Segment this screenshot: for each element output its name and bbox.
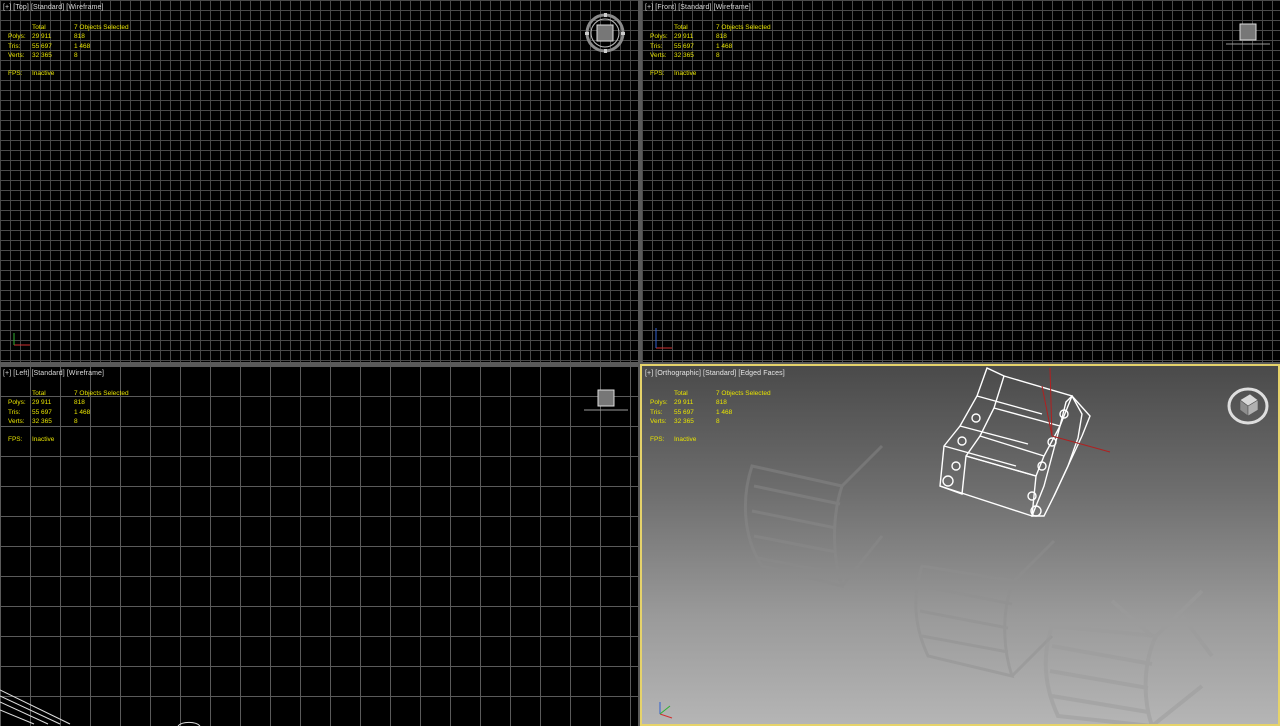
stats-selected: 818 <box>716 33 727 41</box>
fps-readout: FPS: Inactive <box>650 436 696 443</box>
fps-value: Inactive <box>32 436 55 443</box>
viewport-top[interactable]: [+] [Top] [Standard] [Wireframe] Total 7 Obj… <box>0 0 638 362</box>
stats-label: Polys: <box>8 399 26 407</box>
viewcube-icon[interactable] <box>584 386 630 414</box>
stats-label: Tris: <box>8 42 21 50</box>
staircase-model[interactable] <box>932 366 1122 526</box>
viewport-display-mode[interactable]: [Edged Faces] <box>738 370 784 377</box>
viewcube-icon[interactable] <box>1226 384 1272 428</box>
viewport-point-of-view[interactable]: [Top] <box>13 4 29 11</box>
stats-header-selected: 7 Objects Selected <box>74 390 129 397</box>
stats-selected: 818 <box>74 33 85 41</box>
axis-tripod-icon <box>659 702 673 719</box>
viewport-front[interactable]: [+] [Front] [Standard] [Wireframe] Total 7 O… <box>642 0 1280 362</box>
axis-tripod-icon <box>655 328 672 349</box>
fps-label: FPS: <box>650 436 665 443</box>
viewport-menu-plus[interactable]: [+] <box>3 4 11 11</box>
stats-selected: 8 <box>74 52 78 60</box>
viewport-point-of-view[interactable]: [Orthographic] <box>655 370 701 377</box>
stats-total: 32 365 <box>32 52 52 60</box>
stats-label: Polys: <box>8 33 26 41</box>
viewport-shading-standard[interactable]: [Standard] <box>678 4 711 11</box>
viewport-shading-standard[interactable]: [Standard] <box>31 370 64 377</box>
stats-header-selected: 7 Objects Selected <box>716 24 771 31</box>
stats-label: Verts: <box>650 418 667 426</box>
stats-header-total: Total <box>32 390 46 397</box>
viewport-display-mode[interactable]: [Wireframe] <box>67 370 104 377</box>
stats-label: Verts: <box>8 418 25 426</box>
stats-label: Tris: <box>650 42 663 50</box>
stats-selected: 8 <box>716 418 720 426</box>
axis-tripod-icon <box>13 333 30 346</box>
stats-total: 29 911 <box>674 33 694 41</box>
stats-label: Polys: <box>650 399 668 407</box>
fps-readout: FPS: Inactive <box>8 70 54 77</box>
viewport-label-orthographic[interactable]: [+] [Orthographic] [Standard] [Edged Faces] <box>645 370 787 377</box>
stats-label: Verts: <box>650 52 667 60</box>
stair-wireframe-fragment <box>0 689 201 726</box>
viewport-menu-plus[interactable]: [+] <box>645 4 653 11</box>
viewcube-icon[interactable] <box>1226 20 1272 48</box>
viewport-menu-plus[interactable]: [+] <box>3 370 11 377</box>
viewcube-icon[interactable] <box>584 12 628 56</box>
stats-header-total: Total <box>674 390 688 397</box>
stats-selected: 1 468 <box>716 42 733 50</box>
stats-label: Tris: <box>650 408 663 416</box>
stats-header-total: Total <box>674 24 688 31</box>
fps-label: FPS: <box>650 70 665 77</box>
stats-label: Polys: <box>650 33 668 41</box>
stats-selected: 818 <box>74 399 85 407</box>
stats-total: 55 697 <box>32 408 52 416</box>
stats-selected: 818 <box>716 399 727 407</box>
viewport-point-of-view[interactable]: [Left] <box>13 370 29 377</box>
viewport-menu-plus[interactable]: [+] <box>645 370 653 377</box>
stats-selected: 8 <box>74 418 78 426</box>
viewport-shading-standard[interactable]: [Standard] <box>31 4 64 11</box>
stats-overlay: Total 7 Objects Selected Polys: 29 911 818 … <box>650 23 780 61</box>
stats-total: 55 697 <box>674 408 694 416</box>
stats-total: 29 911 <box>674 399 694 407</box>
viewport-display-mode[interactable]: [Wireframe] <box>714 4 751 11</box>
fps-value: Inactive <box>32 70 55 77</box>
stats-overlay: Total 7 Objects Selected Polys: 29 911 818 … <box>8 389 138 427</box>
stats-header-total: Total <box>32 24 46 31</box>
stats-label: Verts: <box>8 52 25 60</box>
fps-value: Inactive <box>674 70 697 77</box>
stats-total: 55 697 <box>674 42 694 50</box>
fps-label: FPS: <box>8 436 23 443</box>
stats-total: 29 911 <box>32 33 52 41</box>
stats-label: Tris: <box>8 408 21 416</box>
fps-value: Inactive <box>674 436 697 443</box>
viewport-label-top[interactable]: [+] [Top] [Standard] [Wireframe] <box>3 4 106 11</box>
stats-header-selected: 7 Objects Selected <box>74 24 129 31</box>
stats-selected: 1 468 <box>74 42 91 50</box>
viewport-label-left[interactable]: [+] [Left] [Standard] [Wireframe] <box>3 370 106 377</box>
stats-total: 32 365 <box>674 418 694 426</box>
viewport-left[interactable]: [+] [Left] [Standard] [Wireframe] Total 7 Ob… <box>0 366 638 726</box>
stats-selected: 1 468 <box>716 408 733 416</box>
fps-label: FPS: <box>8 70 23 77</box>
viewport-orthographic[interactable]: [+] [Orthographic] [Standard] [Edged Faces]… <box>640 364 1280 726</box>
stats-total: 32 365 <box>32 418 52 426</box>
viewport-label-front[interactable]: [+] [Front] [Standard] [Wireframe] <box>645 4 753 11</box>
viewport-display-mode[interactable]: [Wireframe] <box>66 4 103 11</box>
stats-selected: 8 <box>716 52 720 60</box>
stats-total: 55 697 <box>32 42 52 50</box>
fps-readout: FPS: Inactive <box>8 436 54 443</box>
stats-total: 29 911 <box>32 399 52 407</box>
fps-readout: FPS: Inactive <box>650 70 696 77</box>
viewport-shading-standard[interactable]: [Standard] <box>703 370 736 377</box>
stats-total: 32 365 <box>674 52 694 60</box>
stats-overlay: Total 7 Objects Selected Polys: 29 911 818 … <box>8 23 138 61</box>
stats-selected: 1 468 <box>74 408 91 416</box>
viewport-point-of-view[interactable]: [Front] <box>655 4 676 11</box>
